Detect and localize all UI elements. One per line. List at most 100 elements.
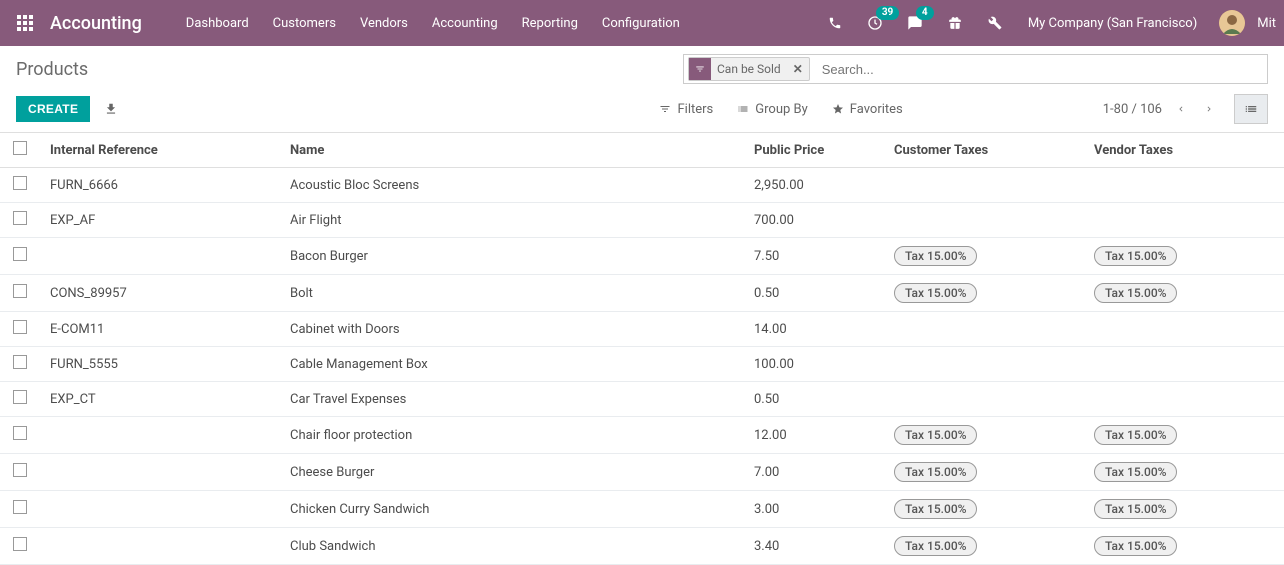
cell-name[interactable]: Air Flight [280, 203, 744, 238]
row-checkbox[interactable] [0, 168, 40, 203]
app-brand[interactable]: Accounting [50, 13, 142, 34]
cell-customer-taxes[interactable] [884, 382, 1084, 417]
menu-item-customers[interactable]: Customers [261, 0, 348, 46]
row-checkbox[interactable] [0, 347, 40, 382]
table-row[interactable]: FURN_6666Acoustic Bloc Screens2,950.00 [0, 168, 1284, 203]
table-row[interactable]: Bacon Burger7.50Tax 15.00%Tax 15.00% [0, 238, 1284, 275]
cell-name[interactable]: Bacon Burger [280, 238, 744, 275]
cell-public-price[interactable]: 14.00 [744, 312, 884, 347]
cell-vendor-taxes[interactable] [1084, 382, 1284, 417]
facet-remove-icon[interactable]: ✕ [787, 62, 809, 76]
cell-vendor-taxes[interactable]: Tax 15.00% [1084, 417, 1284, 454]
pager-prev-icon[interactable] [1172, 98, 1190, 120]
export-icon[interactable] [104, 102, 118, 116]
cell-public-price[interactable]: 3.40 [744, 528, 884, 565]
cell-customer-taxes[interactable] [884, 347, 1084, 382]
cell-name[interactable]: Acoustic Bloc Screens [280, 168, 744, 203]
create-button[interactable]: CREATE [16, 96, 90, 122]
apps-menu-icon[interactable] [8, 15, 42, 31]
cell-public-price[interactable]: 7.50 [744, 238, 884, 275]
cell-vendor-taxes[interactable]: Tax 15.00% [1084, 238, 1284, 275]
cell-public-price[interactable]: 3.00 [744, 491, 884, 528]
cell-customer-taxes[interactable] [884, 168, 1084, 203]
menu-item-accounting[interactable]: Accounting [420, 0, 510, 46]
gift-icon[interactable] [938, 0, 972, 46]
cell-name[interactable]: Club Sandwich [280, 528, 744, 565]
cell-customer-taxes[interactable] [884, 203, 1084, 238]
row-checkbox[interactable] [0, 491, 40, 528]
row-checkbox[interactable] [0, 238, 40, 275]
menu-item-vendors[interactable]: Vendors [348, 0, 420, 46]
cell-public-price[interactable]: 0.50 [744, 275, 884, 312]
cell-internal-reference[interactable] [40, 528, 280, 565]
cell-vendor-taxes[interactable] [1084, 168, 1284, 203]
cell-internal-reference[interactable] [40, 491, 280, 528]
cell-internal-reference[interactable]: FURN_6666 [40, 168, 280, 203]
header-vendor-taxes[interactable]: Vendor Taxes [1084, 133, 1284, 168]
cell-public-price[interactable]: 0.50 [744, 382, 884, 417]
cell-internal-reference[interactable]: EXP_CT [40, 382, 280, 417]
company-selector[interactable]: My Company (San Francisco) [1018, 16, 1207, 31]
row-checkbox[interactable] [0, 528, 40, 565]
cell-customer-taxes[interactable] [884, 312, 1084, 347]
cell-name[interactable]: Cabinet with Doors [280, 312, 744, 347]
cell-customer-taxes[interactable]: Tax 15.00% [884, 454, 1084, 491]
header-name[interactable]: Name [280, 133, 744, 168]
cell-internal-reference[interactable]: EXP_AF [40, 203, 280, 238]
filters-button[interactable]: Filters [659, 102, 713, 117]
table-row[interactable]: FURN_5555Cable Management Box100.00 [0, 347, 1284, 382]
messages-icon[interactable]: 4 [898, 0, 932, 46]
cell-public-price[interactable]: 7.00 [744, 454, 884, 491]
cell-name[interactable]: Chicken Curry Sandwich [280, 491, 744, 528]
table-row[interactable]: EXP_CTCar Travel Expenses0.50 [0, 382, 1284, 417]
cell-vendor-taxes[interactable]: Tax 15.00% [1084, 275, 1284, 312]
cell-public-price[interactable]: 100.00 [744, 347, 884, 382]
cell-internal-reference[interactable] [40, 238, 280, 275]
pager-next-icon[interactable] [1200, 98, 1218, 120]
header-customer-taxes[interactable]: Customer Taxes [884, 133, 1084, 168]
search-input[interactable] [814, 62, 1267, 77]
cell-vendor-taxes[interactable]: Tax 15.00% [1084, 491, 1284, 528]
group-by-button[interactable]: Group By [737, 102, 808, 117]
menu-item-configuration[interactable]: Configuration [590, 0, 692, 46]
debug-icon[interactable] [978, 0, 1012, 46]
cell-customer-taxes[interactable]: Tax 15.00% [884, 417, 1084, 454]
cell-vendor-taxes[interactable] [1084, 347, 1284, 382]
cell-public-price[interactable]: 12.00 [744, 417, 884, 454]
table-row[interactable]: Chair floor protection12.00Tax 15.00%Tax… [0, 417, 1284, 454]
header-checkbox[interactable] [0, 133, 40, 168]
cell-internal-reference[interactable] [40, 417, 280, 454]
cell-vendor-taxes[interactable] [1084, 312, 1284, 347]
cell-public-price[interactable]: 700.00 [744, 203, 884, 238]
cell-customer-taxes[interactable]: Tax 15.00% [884, 275, 1084, 312]
row-checkbox[interactable] [0, 417, 40, 454]
user-name[interactable]: Mit [1257, 16, 1276, 31]
user-avatar[interactable] [1219, 10, 1245, 36]
cell-name[interactable]: Car Travel Expenses [280, 382, 744, 417]
search-bar[interactable]: Can be Sold ✕ [683, 54, 1268, 84]
row-checkbox[interactable] [0, 454, 40, 491]
phone-icon[interactable] [818, 0, 852, 46]
cell-name[interactable]: Bolt [280, 275, 744, 312]
row-checkbox[interactable] [0, 203, 40, 238]
cell-vendor-taxes[interactable]: Tax 15.00% [1084, 454, 1284, 491]
cell-internal-reference[interactable]: E-COM11 [40, 312, 280, 347]
table-row[interactable]: EXP_AFAir Flight700.00 [0, 203, 1284, 238]
cell-name[interactable]: Cheese Burger [280, 454, 744, 491]
table-row[interactable]: CONS_89957Bolt0.50Tax 15.00%Tax 15.00% [0, 275, 1284, 312]
cell-customer-taxes[interactable]: Tax 15.00% [884, 528, 1084, 565]
pager-range[interactable]: 1-80 / 106 [1103, 102, 1162, 117]
cell-customer-taxes[interactable]: Tax 15.00% [884, 238, 1084, 275]
table-row[interactable]: E-COM11Cabinet with Doors14.00 [0, 312, 1284, 347]
cell-name[interactable]: Cable Management Box [280, 347, 744, 382]
cell-internal-reference[interactable]: FURN_5555 [40, 347, 280, 382]
menu-item-reporting[interactable]: Reporting [510, 0, 590, 46]
table-row[interactable]: Chicken Curry Sandwich3.00Tax 15.00%Tax … [0, 491, 1284, 528]
cell-name[interactable]: Chair floor protection [280, 417, 744, 454]
cell-vendor-taxes[interactable] [1084, 203, 1284, 238]
favorites-button[interactable]: Favorites [832, 102, 903, 117]
table-row[interactable]: Cheese Burger7.00Tax 15.00%Tax 15.00% [0, 454, 1284, 491]
table-row[interactable]: Club Sandwich3.40Tax 15.00%Tax 15.00% [0, 528, 1284, 565]
row-checkbox[interactable] [0, 382, 40, 417]
cell-vendor-taxes[interactable]: Tax 15.00% [1084, 528, 1284, 565]
